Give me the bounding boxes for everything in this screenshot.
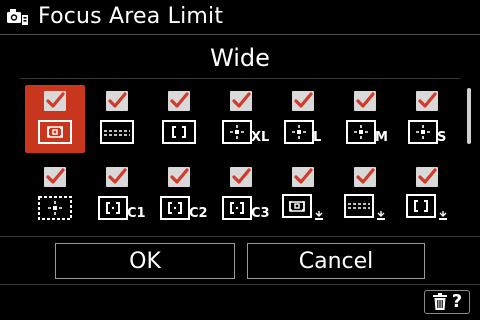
- checkbox[interactable]: [292, 91, 314, 111]
- scrollbar[interactable]: [467, 88, 471, 144]
- tracking-center-icon: [406, 194, 447, 220]
- focus-expand-spot-icon: [38, 196, 72, 220]
- cancel-button[interactable]: Cancel: [247, 243, 425, 279]
- check-icon: [170, 168, 189, 184]
- focus-area-option[interactable]: C1: [87, 161, 147, 229]
- checkbox[interactable]: [44, 91, 66, 111]
- option-suffix: C1: [127, 206, 146, 221]
- checkbox[interactable]: [354, 91, 376, 111]
- focus-area-option[interactable]: L: [273, 85, 333, 153]
- check-icon: [232, 92, 251, 108]
- focus-area-option[interactable]: [25, 85, 85, 153]
- check-icon: [294, 92, 313, 108]
- focus-area-name: Wide: [210, 44, 270, 72]
- delete-help-button[interactable]: ?: [424, 290, 470, 314]
- checkbox[interactable]: [106, 167, 128, 187]
- checkbox[interactable]: [44, 167, 66, 187]
- focus-area-option[interactable]: [397, 161, 457, 229]
- checkbox[interactable]: [168, 167, 190, 187]
- trash-icon: [432, 293, 447, 310]
- check-icon: [356, 92, 375, 108]
- option-suffix: M: [375, 130, 388, 145]
- check-icon: [232, 168, 251, 184]
- focus-wide-icon: [38, 120, 72, 144]
- checkbox[interactable]: [230, 167, 252, 187]
- check-icon: [418, 168, 437, 184]
- focus-area-option[interactable]: [273, 161, 333, 229]
- option-suffix: S: [437, 130, 447, 145]
- footer-divider: [0, 284, 480, 285]
- tracking-wide-icon: [282, 194, 323, 220]
- focus-area-option[interactable]: C2: [149, 161, 209, 229]
- check-icon: [46, 92, 65, 108]
- focus-area-option[interactable]: [87, 85, 147, 153]
- option-suffix: C2: [189, 206, 208, 221]
- checkbox[interactable]: [416, 167, 438, 187]
- focus-area-option[interactable]: S: [397, 85, 457, 153]
- checkbox[interactable]: [292, 167, 314, 187]
- focus-area-option[interactable]: [149, 85, 209, 153]
- focus-area-option[interactable]: XL: [211, 85, 271, 153]
- header-divider: [0, 34, 480, 35]
- checkbox[interactable]: [230, 91, 252, 111]
- focus-area-option[interactable]: [25, 161, 85, 229]
- tracking-zone-icon: [344, 194, 385, 220]
- focus-area-option[interactable]: C3: [211, 161, 271, 229]
- checkbox[interactable]: [416, 91, 438, 111]
- camera-settings-icon: [7, 9, 28, 25]
- focus-center-icon: [162, 120, 196, 144]
- check-icon: [356, 168, 375, 184]
- subtitle-divider: [20, 78, 460, 79]
- focus-area-option[interactable]: M: [335, 85, 395, 153]
- check-icon: [170, 92, 189, 108]
- page-title: Focus Area Limit: [38, 4, 224, 29]
- option-suffix: XL: [251, 130, 270, 145]
- check-icon: [46, 168, 65, 184]
- header: Focus Area Limit: [0, 0, 480, 34]
- check-icon: [108, 168, 127, 184]
- focus-zone-icon: [100, 120, 134, 144]
- check-icon: [418, 92, 437, 108]
- checkbox[interactable]: [106, 91, 128, 111]
- buttons-divider: [0, 236, 480, 237]
- check-icon: [294, 168, 313, 184]
- option-suffix: C3: [251, 206, 270, 221]
- option-suffix: L: [313, 130, 322, 145]
- focus-area-option[interactable]: [335, 161, 395, 229]
- checkbox[interactable]: [354, 167, 376, 187]
- focus-area-grid: XL L M S C1 C2 C3: [20, 82, 460, 232]
- check-icon: [108, 92, 127, 108]
- help-label: ?: [451, 291, 463, 312]
- checkbox[interactable]: [168, 91, 190, 111]
- ok-button[interactable]: OK: [55, 243, 235, 279]
